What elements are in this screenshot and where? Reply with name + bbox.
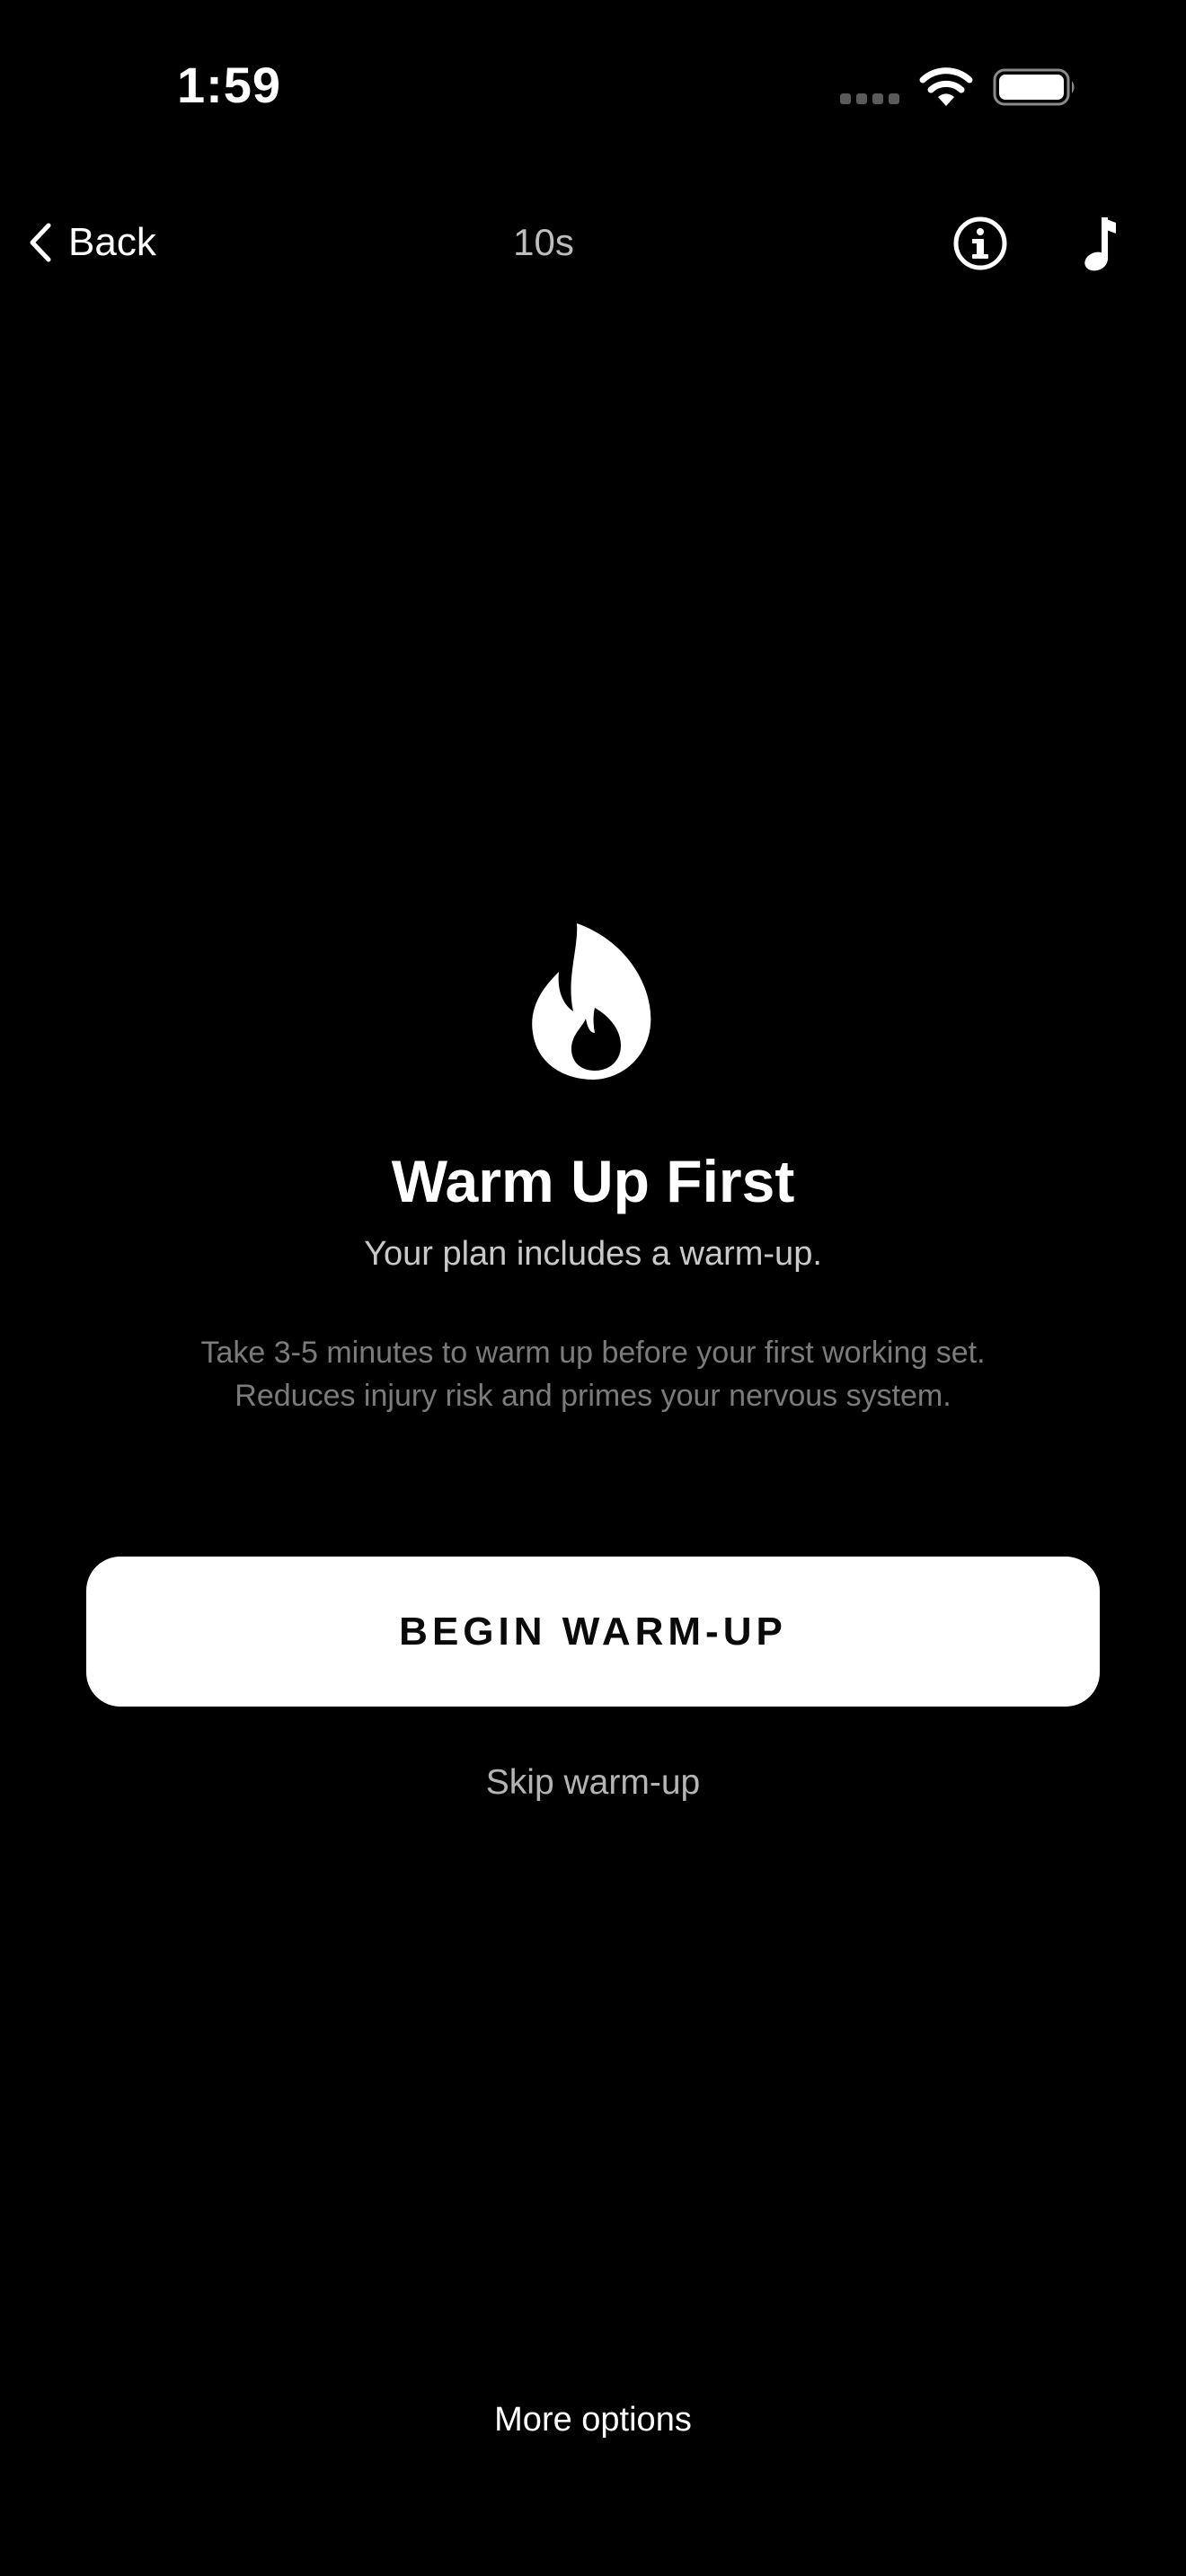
begin-warm-up-button[interactable]: BEGIN WARM-UP: [86, 1557, 1100, 1707]
flame-icon: [532, 923, 651, 1080]
info-icon[interactable]: [952, 216, 1008, 271]
back-button[interactable]: Back: [27, 211, 171, 274]
status-time: 1:59: [176, 57, 282, 113]
chevron-left-icon: [30, 223, 51, 262]
description-line-1: Take 3-5 minutes to warm up before your …: [200, 1336, 986, 1370]
description-line-2: Reduces injury risk and primes your nerv…: [235, 1379, 951, 1413]
music-note-icon[interactable]: [1078, 214, 1123, 273]
cellular-signal-icon: [840, 93, 903, 106]
battery-icon: [993, 68, 1075, 106]
wifi-icon: [919, 67, 973, 106]
page-subtitle: Your plan includes a warm-up.: [364, 1235, 822, 1273]
more-options-link[interactable]: More options: [368, 2393, 818, 2447]
skip-warm-up-link[interactable]: Skip warm-up: [368, 1756, 818, 1810]
description: Take 3-5 minutes to warm up before your …: [99, 1331, 1087, 1421]
timer-readout: 10s: [513, 221, 574, 263]
page-title: Warm Up First: [391, 1148, 795, 1214]
back-label: Back: [68, 220, 156, 264]
